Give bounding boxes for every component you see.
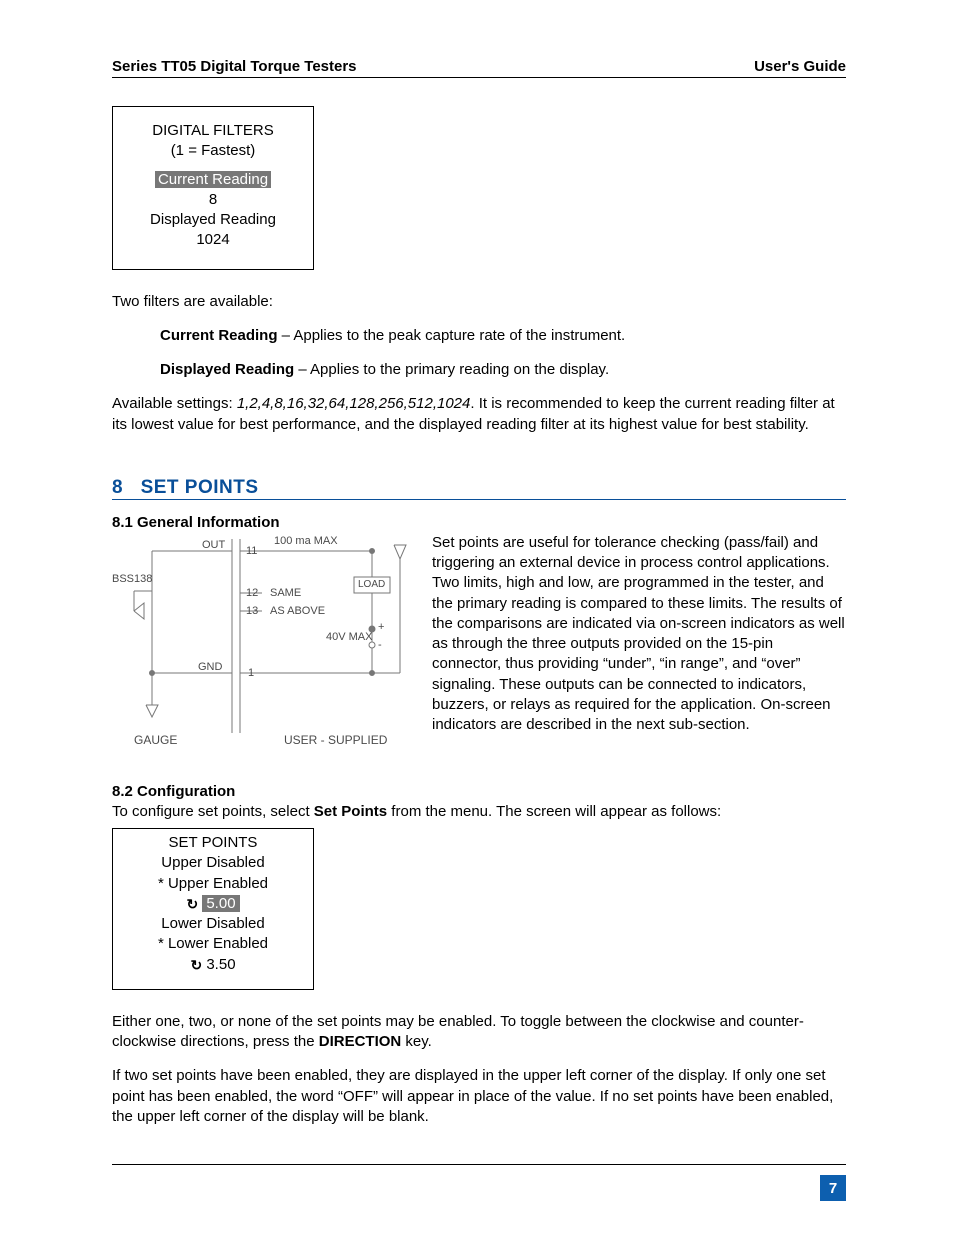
page: Series TT05 Digital Torque Testers User'… bbox=[0, 0, 954, 1235]
cw-arrow-icon: ↻ bbox=[190, 956, 202, 975]
diag-load: LOAD bbox=[358, 579, 385, 590]
either-b: DIRECTION bbox=[319, 1033, 402, 1050]
sp-l2: * Upper Enabled bbox=[113, 874, 313, 894]
circuit-diagram-svg bbox=[112, 533, 412, 765]
sub-8-2: 8.2 Configuration bbox=[112, 783, 846, 800]
config-line-b: Set Points bbox=[314, 803, 387, 820]
section-8-heading: 8 SET POINTS bbox=[112, 477, 846, 500]
filter-displayed-text: – Applies to the primary reading on the … bbox=[294, 361, 609, 378]
avail-values: 1,2,4,8,16,32,64,128,256,512,1024 bbox=[237, 395, 471, 412]
filter-current-line: Current Reading – Applies to the peak ca… bbox=[160, 326, 846, 346]
header-left: Series TT05 Digital Torque Testers bbox=[112, 58, 357, 75]
df-displayed-label: Displayed Reading bbox=[113, 210, 313, 230]
either-c: key. bbox=[401, 1033, 432, 1050]
df-current-label: Current Reading bbox=[155, 171, 271, 188]
setpoints-paragraph: Set points are useful for tolerance chec… bbox=[432, 533, 846, 765]
diag-p13: 13 bbox=[246, 605, 258, 617]
filter-displayed-label: Displayed Reading bbox=[160, 361, 294, 378]
diag-minus: - bbox=[378, 639, 382, 651]
config-line: To configure set points, select Set Poin… bbox=[112, 802, 846, 822]
sp-v2-row: ↻ 5.00 bbox=[113, 894, 313, 914]
filter-current-label: Current Reading bbox=[160, 327, 278, 344]
df-title: DIGITAL FILTERS bbox=[113, 121, 313, 141]
df-subtitle: (1 = Fastest) bbox=[113, 141, 313, 161]
either-paragraph: Either one, two, or none of the set poin… bbox=[112, 1012, 846, 1053]
sp-l3: Lower Disabled bbox=[113, 914, 313, 934]
available-settings: Available settings: 1,2,4,8,16,32,64,128… bbox=[112, 394, 846, 435]
sub-8-1: 8.1 General Information bbox=[112, 514, 846, 531]
diag-p12: 12 bbox=[246, 587, 258, 599]
section-8-title: SET POINTS bbox=[141, 477, 259, 499]
diag-vmax: 40V MAX bbox=[326, 631, 372, 643]
diag-p1: 1 bbox=[248, 667, 254, 679]
filters-intro: Two filters are available: bbox=[112, 292, 846, 312]
section-8-number: 8 bbox=[112, 477, 123, 499]
sp-title: SET POINTS bbox=[113, 833, 313, 853]
avail-prefix: Available settings: bbox=[112, 395, 237, 412]
either-a: Either one, two, or none of the set poin… bbox=[112, 1013, 804, 1050]
diag-plus: + bbox=[378, 621, 384, 633]
setpoints-display: SET POINTS Upper Disabled * Upper Enable… bbox=[112, 828, 314, 990]
diag-bss: BSS138 bbox=[112, 573, 152, 585]
header-right: User's Guide bbox=[754, 58, 846, 75]
page-number: 7 bbox=[820, 1175, 846, 1201]
diag-gnd: GND bbox=[198, 661, 222, 673]
cw-arrow-icon: ↻ bbox=[186, 895, 198, 914]
diag-same: SAME bbox=[270, 587, 301, 599]
config-line-a: To configure set points, select bbox=[112, 803, 314, 820]
config-line-c: from the menu. The screen will appear as… bbox=[387, 803, 721, 820]
sp-l4: * Lower Enabled bbox=[113, 934, 313, 954]
page-header: Series TT05 Digital Torque Testers User'… bbox=[112, 58, 846, 78]
circuit-diagram: BSS138 OUT GND 11 12 13 1 100 ma MAX LOA… bbox=[112, 533, 412, 765]
diag-max: 100 ma MAX bbox=[274, 535, 338, 547]
diag-out: OUT bbox=[202, 539, 225, 551]
digital-filters-display: DIGITAL FILTERS (1 = Fastest) Current Re… bbox=[112, 106, 314, 270]
df-displayed-value: 1024 bbox=[113, 230, 313, 250]
diag-user: USER - SUPPLIED bbox=[284, 733, 387, 747]
filter-current-text: – Applies to the peak capture rate of th… bbox=[278, 327, 626, 344]
df-current-value: 8 bbox=[113, 190, 313, 210]
sp-v4: 3.50 bbox=[206, 956, 235, 973]
footer-rule bbox=[112, 1164, 846, 1165]
sp-l1: Upper Disabled bbox=[113, 853, 313, 873]
diag-asabove: AS ABOVE bbox=[270, 605, 325, 617]
sp-v2: 5.00 bbox=[202, 895, 239, 912]
diag-gauge: GAUGE bbox=[134, 733, 177, 747]
filter-displayed-line: Displayed Reading – Applies to the prima… bbox=[160, 360, 846, 380]
sp-v4-row: ↻ 3.50 bbox=[113, 955, 313, 975]
section-8-1-columns: BSS138 OUT GND 11 12 13 1 100 ma MAX LOA… bbox=[112, 533, 846, 765]
diag-p11: 11 bbox=[246, 545, 257, 557]
iftwo-paragraph: If two set points have been enabled, the… bbox=[112, 1066, 846, 1127]
